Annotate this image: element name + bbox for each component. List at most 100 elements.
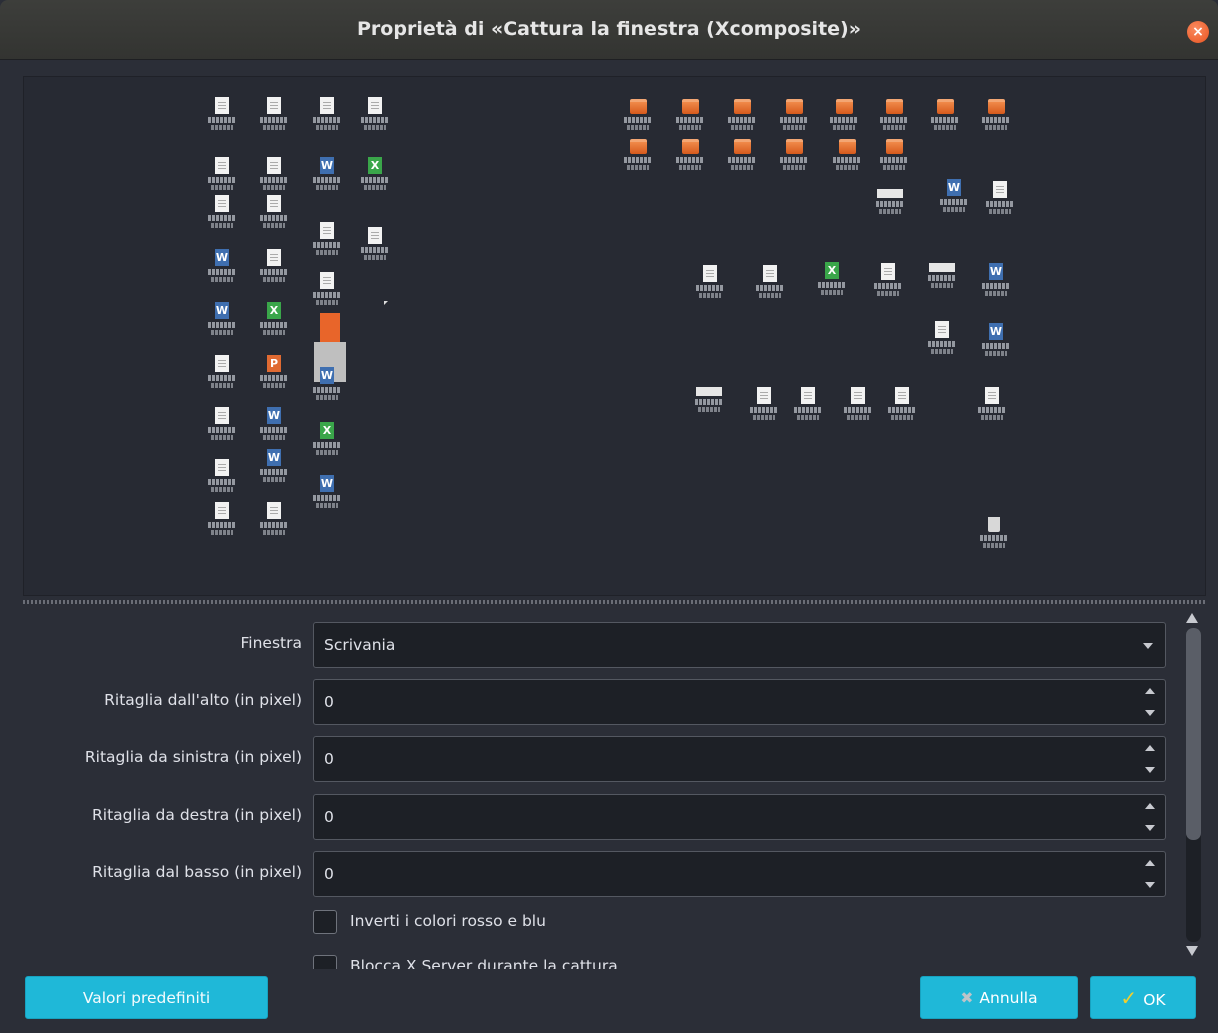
increment-arrow-icon[interactable] bbox=[1145, 803, 1155, 809]
doc-file-icon bbox=[204, 407, 240, 440]
crop-right-spinbox[interactable]: 0 bbox=[313, 794, 1166, 840]
mouse-cursor-icon bbox=[384, 301, 388, 305]
folder-glyph bbox=[835, 99, 853, 114]
doc-file-icon bbox=[924, 321, 960, 354]
doc-glyph bbox=[801, 387, 815, 404]
word-glyph: W bbox=[320, 367, 334, 384]
close-icon: × bbox=[1192, 24, 1204, 40]
folder-glyph bbox=[785, 99, 803, 114]
scroll-up-arrow-icon[interactable] bbox=[1186, 613, 1198, 623]
calc-file-icon: X bbox=[814, 262, 850, 295]
doc-glyph bbox=[267, 249, 281, 266]
doc-file-icon bbox=[357, 227, 393, 260]
doc-glyph bbox=[368, 227, 382, 244]
folder-glyph bbox=[733, 139, 751, 154]
crop-right-label: Ritaglia da destra (in pixel) bbox=[92, 806, 302, 824]
calc-glyph: X bbox=[825, 262, 839, 279]
lock-x-checkbox[interactable] bbox=[313, 955, 337, 969]
crop-left-value: 0 bbox=[324, 750, 334, 768]
folder-icon bbox=[876, 139, 912, 170]
decrement-arrow-icon[interactable] bbox=[1145, 767, 1155, 773]
crop-top-label: Ritaglia dall'alto (in pixel) bbox=[104, 691, 302, 709]
ok-button[interactable]: ✓ OK bbox=[1090, 976, 1196, 1019]
decrement-arrow-icon[interactable] bbox=[1145, 825, 1155, 831]
calc-file-icon: X bbox=[256, 302, 292, 335]
doc-file-icon bbox=[974, 387, 1010, 420]
word-glyph: W bbox=[267, 407, 281, 424]
doc-glyph bbox=[320, 222, 334, 239]
doc-file-icon bbox=[204, 502, 240, 535]
defaults-button[interactable]: Valori predefiniti bbox=[25, 976, 268, 1019]
word-file-icon: W bbox=[256, 449, 292, 482]
doc-glyph bbox=[985, 387, 999, 404]
swap-colors-checkbox[interactable] bbox=[313, 910, 337, 934]
doc-glyph bbox=[215, 355, 229, 372]
doc-file-icon bbox=[357, 97, 393, 130]
window-label: Finestra bbox=[240, 634, 302, 652]
increment-arrow-icon[interactable] bbox=[1145, 745, 1155, 751]
crop-top-value: 0 bbox=[324, 693, 334, 711]
word-glyph: W bbox=[215, 302, 229, 319]
folder-glyph bbox=[681, 99, 699, 114]
decrement-arrow-icon[interactable] bbox=[1145, 710, 1155, 716]
crop-left-row: Ritaglia da sinistra (in pixel) 0 bbox=[0, 736, 1170, 782]
folder-glyph bbox=[885, 139, 903, 154]
close-button[interactable]: × bbox=[1187, 21, 1209, 43]
crop-bottom-value: 0 bbox=[324, 865, 334, 883]
folder-glyph bbox=[629, 99, 647, 114]
folder-icon bbox=[826, 99, 862, 130]
doc-glyph bbox=[320, 272, 334, 289]
properties-scroll-area: Finestra Scrivania Ritaglia dall'alto (i… bbox=[0, 607, 1180, 969]
chevron-down-icon bbox=[1143, 643, 1153, 649]
window-select[interactable]: Scrivania bbox=[313, 622, 1166, 668]
folder-icon bbox=[672, 139, 708, 170]
folder-icon bbox=[620, 139, 656, 170]
word-file-icon: W bbox=[256, 407, 292, 440]
word-glyph: W bbox=[989, 323, 1003, 340]
doc-file-icon bbox=[752, 265, 788, 298]
word-glyph: W bbox=[989, 263, 1003, 280]
word-file-icon: W bbox=[936, 179, 972, 212]
increment-arrow-icon[interactable] bbox=[1145, 860, 1155, 866]
pres-file-icon: P bbox=[256, 355, 292, 388]
doc-file-icon bbox=[204, 195, 240, 228]
doc-glyph bbox=[881, 263, 895, 280]
calc-glyph: X bbox=[368, 157, 382, 174]
word-glyph: W bbox=[215, 249, 229, 266]
doc-file-icon bbox=[256, 195, 292, 228]
decrement-arrow-icon[interactable] bbox=[1145, 882, 1155, 888]
word-file-icon: W bbox=[309, 475, 345, 508]
doc-glyph bbox=[895, 387, 909, 404]
folder-icon bbox=[927, 99, 963, 130]
crop-left-spinbox[interactable]: 0 bbox=[313, 736, 1166, 782]
crop-right-row: Ritaglia da destra (in pixel) 0 bbox=[0, 794, 1170, 840]
checkmark-icon: ✓ bbox=[1120, 986, 1138, 1010]
increment-arrow-icon[interactable] bbox=[1145, 688, 1155, 694]
word-file-icon: W bbox=[204, 249, 240, 282]
preview-splitter-handle[interactable] bbox=[23, 600, 1206, 604]
swap-colors-label: Inverti i colori rosso e blu bbox=[350, 912, 546, 930]
folder-icon bbox=[620, 99, 656, 130]
doc-file-icon bbox=[256, 249, 292, 282]
doc-file-icon bbox=[309, 97, 345, 130]
doc-glyph bbox=[215, 459, 229, 476]
scrollbar-thumb[interactable] bbox=[1186, 628, 1201, 840]
crop-top-spinbox[interactable]: 0 bbox=[313, 679, 1166, 725]
doc-file-icon bbox=[982, 181, 1018, 214]
crop-bottom-spinbox[interactable]: 0 bbox=[313, 851, 1166, 897]
doc-file-icon bbox=[204, 459, 240, 492]
white-glyph bbox=[929, 263, 955, 272]
doc-glyph bbox=[215, 157, 229, 174]
scroll-down-arrow-icon[interactable] bbox=[1186, 946, 1198, 956]
calc-glyph: X bbox=[267, 302, 281, 319]
cancel-button-label: Annulla bbox=[979, 989, 1038, 1007]
word-glyph: W bbox=[267, 449, 281, 466]
folder-icon bbox=[724, 139, 760, 170]
ok-button-label: OK bbox=[1143, 991, 1166, 1009]
doc-glyph bbox=[851, 387, 865, 404]
white-glyph bbox=[696, 387, 722, 396]
word-file-icon: W bbox=[978, 263, 1014, 296]
word-glyph: W bbox=[320, 475, 334, 492]
cancel-button[interactable]: ✖ Annulla bbox=[920, 976, 1078, 1019]
doc-file-icon bbox=[204, 355, 240, 388]
